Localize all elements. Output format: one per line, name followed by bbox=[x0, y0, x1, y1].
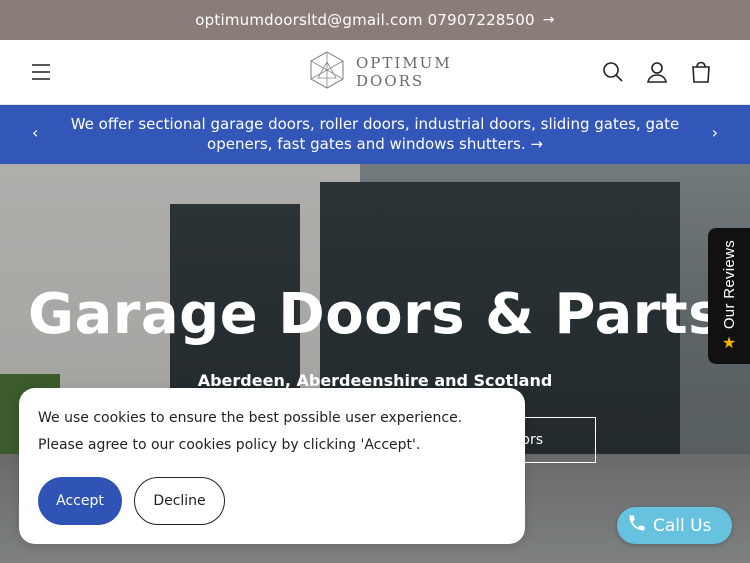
call-us-label: Call Us bbox=[653, 515, 712, 536]
phone-icon bbox=[627, 513, 647, 538]
logo[interactable]: OPTIMUM DOORS bbox=[308, 48, 452, 96]
site-header: OPTIMUM DOORS bbox=[0, 40, 750, 105]
star-icon: ★ bbox=[721, 333, 737, 353]
reviews-tab[interactable]: Our Reviews ★ bbox=[708, 228, 750, 364]
decline-button[interactable]: Decline bbox=[134, 477, 225, 525]
hero-title: Garage Doors & Parts bbox=[28, 282, 722, 347]
logo-line-2: DOORS bbox=[356, 72, 425, 90]
arrow-right-icon: → bbox=[542, 12, 555, 28]
account-icon[interactable] bbox=[644, 59, 670, 85]
accept-button[interactable]: Accept bbox=[38, 477, 122, 525]
reviews-tab-label: Our Reviews bbox=[720, 239, 738, 330]
announcement-bar: ‹ We offer sectional garage doors, rolle… bbox=[0, 105, 750, 164]
cookie-message: We use cookies to ensure the best possib… bbox=[38, 410, 463, 453]
search-icon[interactable] bbox=[600, 59, 626, 85]
menu-icon[interactable] bbox=[29, 60, 53, 84]
logo-line-1: OPTIMUM bbox=[356, 54, 452, 72]
announcement-text[interactable]: We offer sectional garage doors, roller … bbox=[60, 114, 690, 154]
call-us-button[interactable]: Call Us bbox=[617, 507, 732, 544]
top-contact-bar[interactable]: optimumdoorsltd@gmail.com 07907228500 → bbox=[0, 0, 750, 40]
cart-icon[interactable] bbox=[688, 59, 714, 85]
contact-text[interactable]: optimumdoorsltd@gmail.com 07907228500 bbox=[195, 11, 535, 29]
chevron-left-icon[interactable]: ‹ bbox=[32, 123, 38, 142]
cookie-banner: We use cookies to ensure the best possib… bbox=[19, 388, 525, 544]
chevron-right-icon[interactable]: › bbox=[712, 123, 718, 142]
logo-mark-icon bbox=[308, 50, 346, 94]
